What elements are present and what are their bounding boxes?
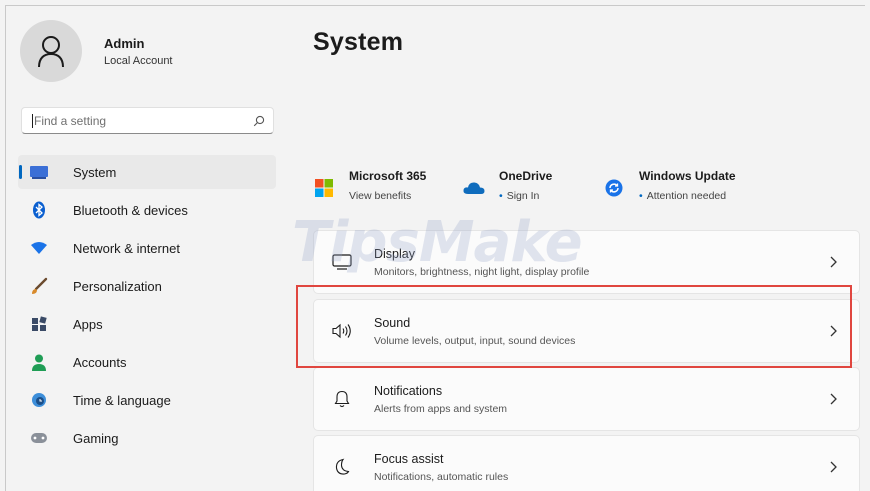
microsoft-logo-icon [313, 177, 335, 199]
microsoft-365-link[interactable]: Microsoft 365 View benefits [313, 169, 426, 202]
card-notifications[interactable]: Notifications Alerts from apps and syste… [313, 367, 860, 431]
chevron-right-icon [825, 391, 841, 407]
sidebar-item-personalization[interactable]: Personalization [18, 269, 276, 303]
sidebar-item-network[interactable]: Network & internet [18, 231, 276, 265]
sidebar-item-label: Apps [73, 316, 103, 332]
sidebar-item-label: Time & language [73, 392, 171, 408]
card-focus-assist[interactable]: Focus assist Notifications, automatic ru… [313, 435, 860, 491]
card-display[interactable]: Display Monitors, brightness, night ligh… [313, 230, 860, 294]
card-title: Focus assist [374, 451, 444, 466]
cloud-icon [463, 177, 485, 199]
bluetooth-icon [28, 199, 50, 221]
card-sound[interactable]: Sound Volume levels, output, input, soun… [313, 299, 860, 363]
monitor-icon [28, 161, 50, 183]
settings-window: Admin Local Account System [5, 5, 865, 491]
avatar[interactable] [20, 20, 82, 82]
sidebar-item-label: Personalization [73, 278, 162, 294]
quick-links: Microsoft 365 View benefits OneDrive • Si… [313, 169, 858, 209]
status-dot: • [639, 190, 643, 202]
profile-name: Admin [104, 35, 145, 51]
sidebar-item-label: Bluetooth & devices [73, 202, 188, 218]
text-caret [32, 113, 33, 128]
page-title: System [313, 28, 404, 56]
chevron-right-icon [825, 459, 841, 475]
card-subtitle: Monitors, brightness, night light, displ… [374, 265, 590, 278]
search-icon[interactable] [253, 115, 265, 127]
card-title: Display [374, 246, 415, 261]
bell-icon [330, 387, 354, 411]
sidebar-nav: System Bluetooth & devices Network & int… [18, 155, 276, 459]
chevron-right-icon [825, 254, 841, 270]
main-panel: System Microsoft 365 View benefits OneDr… [301, 6, 865, 491]
wifi-icon [28, 237, 50, 259]
sidebar-item-accounts[interactable]: Accounts [18, 345, 276, 379]
display-icon [330, 250, 354, 274]
sidebar-item-gaming[interactable]: Gaming [18, 421, 276, 455]
sidebar-item-system[interactable]: System [18, 155, 276, 189]
moon-icon [330, 455, 354, 479]
sidebar-item-label: System [73, 164, 117, 180]
sidebar-item-time-language[interactable]: Time & language [18, 383, 276, 417]
profile-account-type: Local Account [104, 54, 173, 67]
chevron-right-icon [825, 323, 841, 339]
quick-link-title: Windows Update [639, 169, 736, 183]
search-box[interactable] [21, 107, 274, 134]
onedrive-link[interactable]: OneDrive • Sign In [463, 169, 552, 202]
sidebar-item-label: Network & internet [73, 240, 180, 256]
quick-link-title: OneDrive [499, 169, 553, 183]
sidebar-item-apps[interactable]: Apps [18, 307, 276, 341]
person-icon [28, 351, 50, 373]
sync-icon [603, 177, 625, 199]
quick-link-subtitle: View benefits [349, 190, 412, 202]
sidebar-item-label: Accounts [73, 354, 127, 370]
quick-link-subtitle: • Sign In [499, 190, 540, 202]
sidebar: Admin Local Account System [6, 6, 296, 491]
search-input[interactable] [34, 113, 253, 128]
sidebar-item-bluetooth[interactable]: Bluetooth & devices [18, 193, 276, 227]
quick-link-title: Microsoft 365 [349, 169, 427, 183]
gamepad-icon [28, 427, 50, 449]
speaker-icon [330, 319, 354, 343]
quick-link-subtitle: • Attention needed [639, 190, 727, 202]
card-title: Sound [374, 315, 411, 330]
card-title: Notifications [374, 383, 443, 398]
status-dot: • [499, 190, 503, 202]
sidebar-item-label: Gaming [73, 430, 119, 446]
brush-icon [28, 275, 50, 297]
card-subtitle: Notifications, automatic rules [374, 470, 509, 483]
person-outline-icon [38, 36, 64, 68]
windows-update-link[interactable]: Windows Update • Attention needed [603, 169, 736, 202]
globe-clock-icon [28, 389, 50, 411]
user-profile[interactable]: Admin Local Account [20, 20, 173, 82]
apps-icon [28, 313, 50, 335]
card-subtitle: Alerts from apps and system [374, 402, 508, 415]
card-subtitle: Volume levels, output, input, sound devi… [374, 334, 576, 347]
